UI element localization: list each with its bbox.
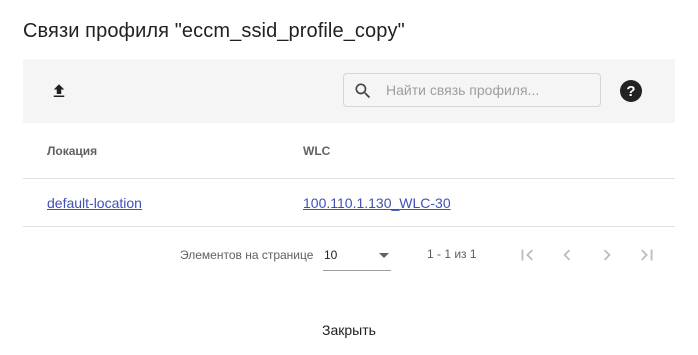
close-button[interactable]: Закрыть <box>310 313 388 347</box>
dialog-title: Связи профиля "eccm_ssid_profile_copy" <box>23 20 405 42</box>
last-page-icon <box>641 249 653 261</box>
close-button-label: Закрыть <box>322 322 376 338</box>
range-label: 1 - 1 из 1 <box>427 247 477 261</box>
first-page-button[interactable] <box>515 243 539 267</box>
toolbar: ? <box>23 59 675 123</box>
links-table: Локация WLC default-location 100.110.1.1… <box>23 123 675 227</box>
page-size-value: 10 <box>324 248 338 262</box>
location-link[interactable]: default-location <box>47 195 142 211</box>
table-row: default-location 100.110.1.130_WLC-30 <box>23 179 675 227</box>
search-input[interactable] <box>386 74 594 106</box>
last-page-button[interactable] <box>635 243 659 267</box>
chevron-down-icon <box>379 253 389 258</box>
chevron-left-icon <box>563 249 571 261</box>
search-field[interactable] <box>343 73 601 107</box>
page-size-label: Элементов на странице <box>180 248 314 262</box>
table-header: Локация WLC <box>23 123 675 179</box>
help-button[interactable]: ? <box>620 80 642 102</box>
column-header-location[interactable]: Локация <box>47 144 97 158</box>
upload-icon <box>53 84 65 97</box>
first-page-icon <box>521 249 533 261</box>
page-size-select[interactable]: 10 <box>323 240 391 271</box>
chevron-right-icon <box>603 249 611 261</box>
column-header-wlc[interactable]: WLC <box>303 144 330 158</box>
wlc-link[interactable]: 100.110.1.130_WLC-30 <box>303 195 451 211</box>
previous-page-button[interactable] <box>555 243 579 267</box>
help-icon: ? <box>626 82 636 100</box>
upload-button[interactable] <box>45 77 73 105</box>
paginator: Элементов на странице 10 1 - 1 из 1 <box>0 230 698 280</box>
profile-links-dialog: Связи профиля "eccm_ssid_profile_copy" ?… <box>0 0 698 355</box>
search-icon <box>355 83 371 99</box>
next-page-button[interactable] <box>595 243 619 267</box>
